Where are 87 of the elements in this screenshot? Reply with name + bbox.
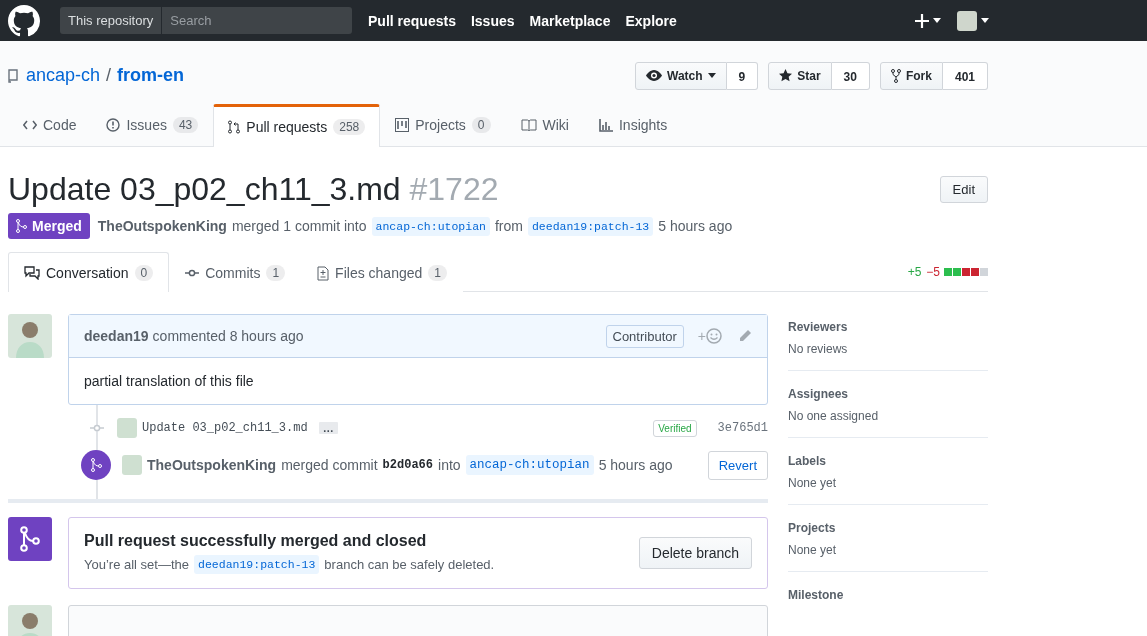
- contributor-label: Contributor: [605, 324, 684, 348]
- merge-status-title: Pull request successfully merged and closed: [84, 532, 428, 550]
- expand-button[interactable]: …: [318, 422, 338, 434]
- merge-action-text: merged commit: [281, 457, 378, 473]
- repo-owner-link[interactable]: ancap-ch: [26, 65, 101, 86]
- merge-status-icon: [8, 517, 52, 561]
- pr-tab[interactable]: Conversation 0: [8, 252, 170, 292]
- commit-icon: [90, 424, 104, 432]
- nav-link[interactable]: Pull requests: [368, 12, 456, 29]
- code-icon: [23, 120, 37, 130]
- repo-name-link[interactable]: from-en: [117, 65, 185, 86]
- bar-graph-icon: [598, 118, 613, 132]
- from-label: from: [494, 218, 523, 234]
- nav-link[interactable]: Marketplace: [529, 12, 611, 29]
- repo-tab[interactable]: Code: [8, 104, 92, 145]
- repo-tab[interactable]: Pull requests 258: [213, 104, 381, 147]
- eye-icon: [646, 70, 662, 81]
- search-scope-label: This repository: [60, 7, 163, 34]
- sidebar-value: No one assigned: [788, 409, 880, 423]
- branch-ref[interactable]: ancap-ch:utopian: [371, 216, 490, 236]
- verified-label[interactable]: Verified: [653, 419, 697, 437]
- user-avatar-icon[interactable]: [957, 10, 977, 31]
- edit-button[interactable]: Edit: [939, 176, 988, 203]
- caret-icon[interactable]: [933, 18, 941, 23]
- repo-action-button[interactable]: Watch: [635, 61, 727, 90]
- branch-ref[interactable]: deedan19:patch-13: [527, 216, 654, 236]
- into-label: into: [438, 457, 461, 473]
- comment-body: partial translation of this file: [83, 372, 255, 391]
- pr-title: Update 03_p02_ch11_3.md #1722: [8, 170, 500, 209]
- timestamp: 5 hours ago: [658, 218, 733, 234]
- repo-tab[interactable]: Insights: [583, 104, 683, 145]
- avatar-icon[interactable]: [8, 605, 52, 636]
- merge-icon: [90, 458, 102, 472]
- repo-action-button[interactable]: Star: [768, 61, 832, 90]
- social-count[interactable]: 30: [831, 61, 870, 90]
- sidebar-heading[interactable]: Assignees: [788, 387, 988, 401]
- social-count[interactable]: 9: [726, 61, 759, 90]
- comment-timestamp: commented 8 hours ago: [152, 328, 304, 344]
- merge-status-text: branch can be safely deleted.: [324, 557, 495, 572]
- plus-icon[interactable]: [915, 13, 929, 28]
- pull-request-icon: [228, 120, 241, 134]
- caret-icon[interactable]: [981, 18, 989, 23]
- sidebar-value: No reviews: [788, 342, 849, 356]
- delete-branch-button[interactable]: Delete branch: [638, 537, 752, 569]
- path-separator: /: [106, 65, 112, 86]
- repository-icon: [8, 68, 18, 83]
- smiley-icon: [706, 328, 722, 344]
- merged-state-label: Merged: [8, 213, 90, 239]
- sidebar-heading[interactable]: Labels: [788, 454, 988, 468]
- timestamp: 5 hours ago: [598, 457, 673, 473]
- branch-ref[interactable]: deedan19:patch-13: [194, 555, 320, 574]
- additions-count: +5: [907, 264, 922, 279]
- author-link[interactable]: TheOutspokenKing: [147, 457, 277, 473]
- commit-icon: [185, 269, 200, 277]
- repo-action-button[interactable]: Fork: [879, 61, 943, 90]
- sidebar-value: None yet: [788, 543, 838, 557]
- nav-link[interactable]: Issues: [470, 12, 515, 29]
- merge-icon: [16, 219, 27, 233]
- fork-icon: [890, 68, 901, 83]
- sidebar-heading[interactable]: Reviewers: [788, 320, 988, 334]
- commit-message-link[interactable]: Update 03_p02_ch11_3.md: [142, 421, 308, 435]
- file-diff-icon: [317, 265, 330, 281]
- merge-status-text: You’re all set—the: [84, 557, 190, 572]
- comment-author-link[interactable]: deedan19: [84, 328, 149, 344]
- book-icon: [520, 119, 537, 131]
- revert-button[interactable]: Revert: [707, 450, 768, 480]
- octocat-logo[interactable]: [8, 4, 40, 37]
- merge-summary: merged 1 commit into: [231, 218, 367, 234]
- repo-tab[interactable]: Wiki: [505, 104, 584, 145]
- project-board-icon: [395, 118, 410, 132]
- sidebar-value: None yet: [788, 476, 838, 490]
- nav-link[interactable]: Explore: [625, 12, 677, 29]
- commit-sha-link[interactable]: 3e765d1: [717, 421, 768, 435]
- star-icon: [779, 69, 793, 82]
- branch-ref[interactable]: ancap-ch:utopian: [465, 455, 594, 475]
- social-count[interactable]: 401: [942, 61, 988, 90]
- commit-sha-link[interactable]: b2d0a66: [382, 458, 433, 472]
- sidebar-heading[interactable]: Milestone: [788, 588, 988, 602]
- avatar-icon[interactable]: [8, 314, 52, 358]
- repo-tab[interactable]: Projects 0: [380, 104, 506, 145]
- repo-tab[interactable]: Issues 43: [91, 104, 214, 145]
- issue-icon: [106, 118, 121, 132]
- search-field[interactable]: Search: [162, 7, 352, 34]
- author-link[interactable]: TheOutspokenKing: [97, 218, 227, 234]
- deletions-count: −5: [926, 264, 940, 279]
- sidebar-heading[interactable]: Projects: [788, 521, 988, 535]
- speech-bubbles-icon: [24, 265, 40, 280]
